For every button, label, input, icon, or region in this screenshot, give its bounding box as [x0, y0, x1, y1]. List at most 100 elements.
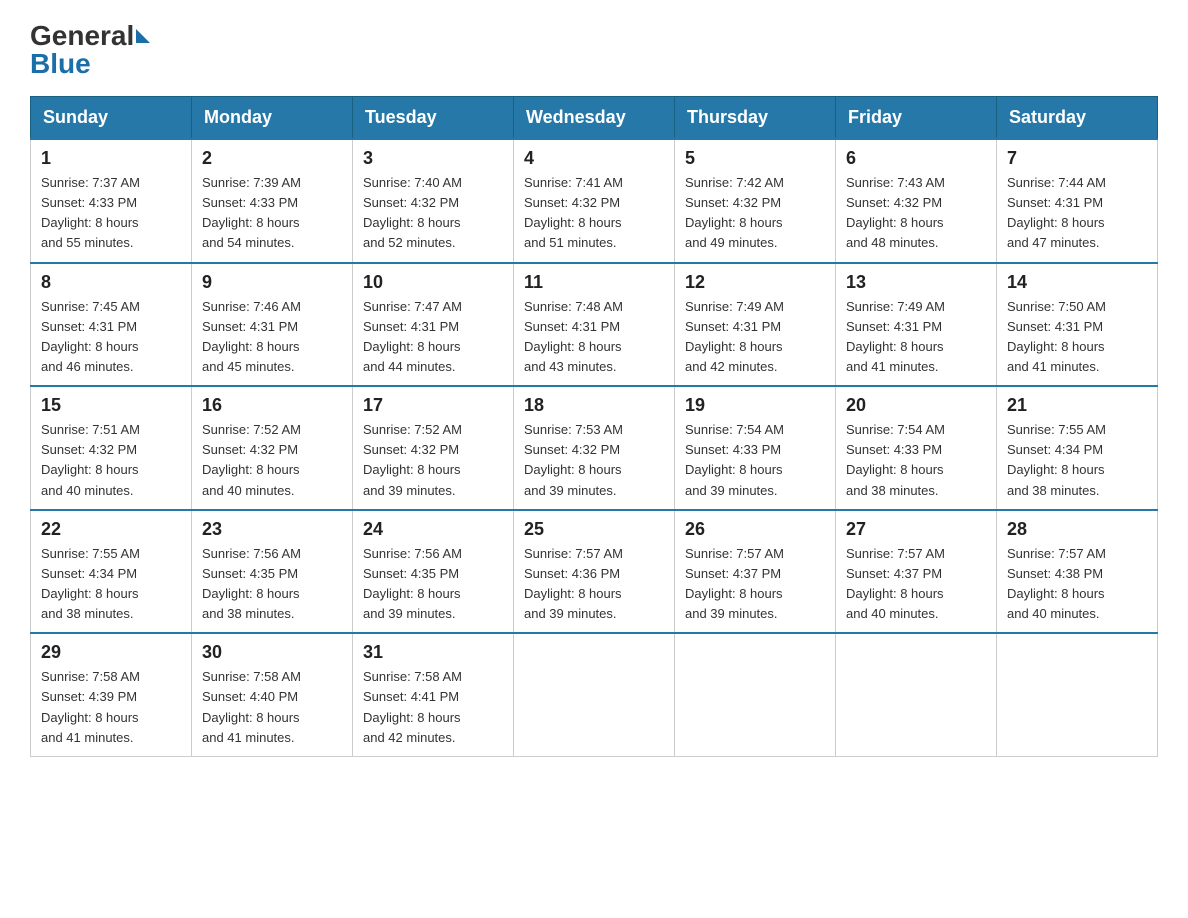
day-number: 29	[41, 642, 181, 663]
day-cell	[514, 633, 675, 756]
day-info: Sunrise: 7:53 AMSunset: 4:32 PMDaylight:…	[524, 422, 623, 497]
day-cell: 2 Sunrise: 7:39 AMSunset: 4:33 PMDaylight…	[192, 139, 353, 263]
day-cell: 21Sunrise: 7:55 AMSunset: 4:34 PMDayligh…	[997, 386, 1158, 510]
day-cell: 24 Sunrise: 7:56 AMSunset: 4:35 PMDayligh…	[353, 510, 514, 634]
day-info: Sunrise: 7:56 AMSunset: 4:35 PMDaylight:…	[202, 546, 301, 621]
day-number: 15	[41, 395, 181, 416]
week-row-2: 8 Sunrise: 7:45 AMSunset: 4:31 PMDaylight…	[31, 263, 1158, 387]
day-number: 2	[202, 148, 342, 169]
week-row-5: 29 Sunrise: 7:58 AMSunset: 4:39 PMDayligh…	[31, 633, 1158, 756]
day-number: 22	[41, 519, 181, 540]
day-info: Sunrise: 7:39 AMSunset: 4:33 PMDaylight:…	[202, 175, 301, 250]
day-info: Sunrise: 7:48 AMSunset: 4:31 PMDaylight:…	[524, 299, 623, 374]
day-cell: 29 Sunrise: 7:58 AMSunset: 4:39 PMDayligh…	[31, 633, 192, 756]
day-number: 24	[363, 519, 503, 540]
day-info: Sunrise: 7:57 AMSunset: 4:37 PMDaylight:…	[846, 546, 945, 621]
day-info: Sunrise: 7:56 AMSunset: 4:35 PMDaylight:…	[363, 546, 462, 621]
day-cell: 1 Sunrise: 7:37 AMSunset: 4:33 PMDaylight…	[31, 139, 192, 263]
day-info: Sunrise: 7:58 AMSunset: 4:40 PMDaylight:…	[202, 669, 301, 744]
day-header-monday: Monday	[192, 97, 353, 140]
day-number: 12	[685, 272, 825, 293]
day-header-friday: Friday	[836, 97, 997, 140]
day-cell: 13Sunrise: 7:49 AMSunset: 4:31 PMDayligh…	[836, 263, 997, 387]
week-row-1: 1 Sunrise: 7:37 AMSunset: 4:33 PMDaylight…	[31, 139, 1158, 263]
day-info: Sunrise: 7:57 AMSunset: 4:38 PMDaylight:…	[1007, 546, 1106, 621]
day-cell: 11Sunrise: 7:48 AMSunset: 4:31 PMDayligh…	[514, 263, 675, 387]
day-cell: 4 Sunrise: 7:41 AMSunset: 4:32 PMDaylight…	[514, 139, 675, 263]
day-info: Sunrise: 7:49 AMSunset: 4:31 PMDaylight:…	[685, 299, 784, 374]
day-info: Sunrise: 7:51 AMSunset: 4:32 PMDaylight:…	[41, 422, 140, 497]
day-number: 4	[524, 148, 664, 169]
day-cell: 23 Sunrise: 7:56 AMSunset: 4:35 PMDayligh…	[192, 510, 353, 634]
day-info: Sunrise: 7:57 AMSunset: 4:36 PMDaylight:…	[524, 546, 623, 621]
day-number: 18	[524, 395, 664, 416]
day-cell: 30 Sunrise: 7:58 AMSunset: 4:40 PMDayligh…	[192, 633, 353, 756]
day-number: 9	[202, 272, 342, 293]
day-cell: 6Sunrise: 7:43 AMSunset: 4:32 PMDaylight…	[836, 139, 997, 263]
day-info: Sunrise: 7:41 AMSunset: 4:32 PMDaylight:…	[524, 175, 623, 250]
day-number: 20	[846, 395, 986, 416]
day-info: Sunrise: 7:47 AMSunset: 4:31 PMDaylight:…	[363, 299, 462, 374]
day-info: Sunrise: 7:54 AMSunset: 4:33 PMDaylight:…	[685, 422, 784, 497]
day-number: 14	[1007, 272, 1147, 293]
day-number: 25	[524, 519, 664, 540]
day-number: 28	[1007, 519, 1147, 540]
day-number: 16	[202, 395, 342, 416]
day-info: Sunrise: 7:57 AMSunset: 4:37 PMDaylight:…	[685, 546, 784, 621]
day-number: 26	[685, 519, 825, 540]
day-header-row: SundayMondayTuesdayWednesdayThursdayFrid…	[31, 97, 1158, 140]
day-number: 7	[1007, 148, 1147, 169]
day-cell: 22 Sunrise: 7:55 AMSunset: 4:34 PMDayligh…	[31, 510, 192, 634]
calendar-table: SundayMondayTuesdayWednesdayThursdayFrid…	[30, 96, 1158, 757]
day-header-saturday: Saturday	[997, 97, 1158, 140]
day-info: Sunrise: 7:50 AMSunset: 4:31 PMDaylight:…	[1007, 299, 1106, 374]
day-info: Sunrise: 7:52 AMSunset: 4:32 PMDaylight:…	[202, 422, 301, 497]
day-cell: 31Sunrise: 7:58 AMSunset: 4:41 PMDayligh…	[353, 633, 514, 756]
day-cell: 7 Sunrise: 7:44 AMSunset: 4:31 PMDaylight…	[997, 139, 1158, 263]
week-row-4: 22 Sunrise: 7:55 AMSunset: 4:34 PMDayligh…	[31, 510, 1158, 634]
day-info: Sunrise: 7:46 AMSunset: 4:31 PMDaylight:…	[202, 299, 301, 374]
week-row-3: 15 Sunrise: 7:51 AMSunset: 4:32 PMDayligh…	[31, 386, 1158, 510]
day-info: Sunrise: 7:43 AMSunset: 4:32 PMDaylight:…	[846, 175, 945, 250]
day-header-wednesday: Wednesday	[514, 97, 675, 140]
day-number: 13	[846, 272, 986, 293]
day-cell: 10 Sunrise: 7:47 AMSunset: 4:31 PMDayligh…	[353, 263, 514, 387]
day-cell: 26 Sunrise: 7:57 AMSunset: 4:37 PMDayligh…	[675, 510, 836, 634]
day-info: Sunrise: 7:58 AMSunset: 4:41 PMDaylight:…	[363, 669, 462, 744]
day-header-tuesday: Tuesday	[353, 97, 514, 140]
day-cell: 25 Sunrise: 7:57 AMSunset: 4:36 PMDayligh…	[514, 510, 675, 634]
day-info: Sunrise: 7:52 AMSunset: 4:32 PMDaylight:…	[363, 422, 462, 497]
day-cell: 19Sunrise: 7:54 AMSunset: 4:33 PMDayligh…	[675, 386, 836, 510]
day-cell: 14 Sunrise: 7:50 AMSunset: 4:31 PMDayligh…	[997, 263, 1158, 387]
day-info: Sunrise: 7:55 AMSunset: 4:34 PMDaylight:…	[41, 546, 140, 621]
day-cell: 18 Sunrise: 7:53 AMSunset: 4:32 PMDayligh…	[514, 386, 675, 510]
day-number: 27	[846, 519, 986, 540]
day-number: 10	[363, 272, 503, 293]
logo: General Blue	[30, 20, 150, 80]
day-info: Sunrise: 7:45 AMSunset: 4:31 PMDaylight:…	[41, 299, 140, 374]
day-cell: 3Sunrise: 7:40 AMSunset: 4:32 PMDaylight…	[353, 139, 514, 263]
day-cell: 20 Sunrise: 7:54 AMSunset: 4:33 PMDayligh…	[836, 386, 997, 510]
day-number: 3	[363, 148, 503, 169]
day-header-sunday: Sunday	[31, 97, 192, 140]
logo-arrow-icon	[136, 29, 150, 43]
day-cell: 15 Sunrise: 7:51 AMSunset: 4:32 PMDayligh…	[31, 386, 192, 510]
day-number: 8	[41, 272, 181, 293]
day-number: 23	[202, 519, 342, 540]
day-cell: 28 Sunrise: 7:57 AMSunset: 4:38 PMDayligh…	[997, 510, 1158, 634]
day-number: 30	[202, 642, 342, 663]
day-info: Sunrise: 7:37 AMSunset: 4:33 PMDaylight:…	[41, 175, 140, 250]
day-info: Sunrise: 7:54 AMSunset: 4:33 PMDaylight:…	[846, 422, 945, 497]
day-cell: 27 Sunrise: 7:57 AMSunset: 4:37 PMDayligh…	[836, 510, 997, 634]
day-cell: 8 Sunrise: 7:45 AMSunset: 4:31 PMDaylight…	[31, 263, 192, 387]
logo-blue-text: Blue	[30, 48, 91, 80]
day-number: 21	[1007, 395, 1147, 416]
day-cell	[836, 633, 997, 756]
page-header: General Blue	[30, 20, 1158, 80]
day-info: Sunrise: 7:44 AMSunset: 4:31 PMDaylight:…	[1007, 175, 1106, 250]
day-info: Sunrise: 7:58 AMSunset: 4:39 PMDaylight:…	[41, 669, 140, 744]
day-number: 1	[41, 148, 181, 169]
day-cell: 17Sunrise: 7:52 AMSunset: 4:32 PMDayligh…	[353, 386, 514, 510]
day-cell	[997, 633, 1158, 756]
day-cell: 5Sunrise: 7:42 AMSunset: 4:32 PMDaylight…	[675, 139, 836, 263]
